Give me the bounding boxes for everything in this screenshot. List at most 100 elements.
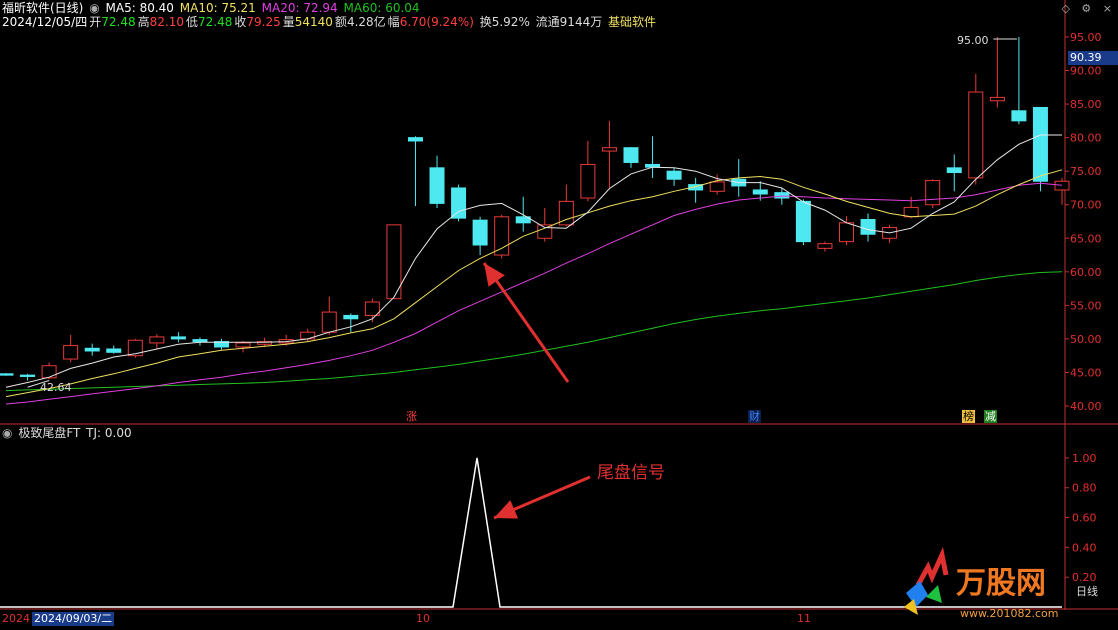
candle-body	[925, 180, 941, 206]
candle-body	[41, 365, 57, 379]
tag-cai[interactable]: 财	[748, 410, 761, 423]
indicator-expand-icon[interactable]: ◉	[2, 426, 12, 440]
float-value: 流通9144万	[535, 15, 603, 29]
candle-body	[192, 339, 208, 343]
price-tick-label: 90.00	[1070, 65, 1102, 78]
high-value: 82.10	[149, 15, 184, 29]
candle-body	[20, 374, 36, 377]
candle-body	[817, 243, 833, 249]
current-price-box: 90.39	[1068, 51, 1118, 65]
close-label: 收	[234, 15, 247, 29]
turnover-value: 换5.92%	[479, 15, 530, 29]
close-icon[interactable]: ×	[1103, 2, 1112, 15]
candle-body	[235, 342, 251, 348]
high-mark: 95.00	[957, 34, 989, 47]
candle-body	[838, 222, 854, 243]
candle-body	[946, 167, 962, 174]
candle-body	[494, 216, 510, 256]
indicator-tj: TJ: 0.00	[86, 426, 132, 440]
price-tick-label: 75.00	[1070, 165, 1102, 178]
candle-body	[63, 345, 79, 360]
candle-body	[601, 147, 617, 152]
candle-body	[407, 137, 423, 142]
price-tick-label: 45.00	[1070, 366, 1102, 379]
candle-body	[989, 96, 1005, 102]
price-tick-label: 40.00	[1070, 400, 1102, 413]
dropdown-icon[interactable]: ◉	[89, 1, 99, 15]
candle-body	[623, 147, 639, 163]
change-value: 6.70(9.24%)	[399, 15, 474, 29]
stock-title[interactable]: 福昕软件(日线)	[2, 1, 83, 15]
candle-body	[903, 206, 919, 218]
indicator-tick-label: 0.60	[1072, 512, 1097, 525]
candle-body	[1011, 110, 1027, 122]
indicator-header: ◉ 极致尾盘FT TJ: 0.00	[2, 426, 134, 440]
candle-body	[0, 373, 14, 376]
price-tick-label: 55.00	[1070, 299, 1102, 312]
tag-jian[interactable]: 减	[984, 410, 997, 423]
date-month-10: 10	[416, 612, 430, 625]
candle-body	[968, 91, 984, 179]
date-cursor[interactable]: 2024/09/03/二	[32, 612, 115, 626]
price-tick-label: 95.00	[1070, 31, 1102, 44]
candle-body	[1054, 180, 1070, 191]
chart-arrow-head	[484, 263, 505, 287]
candle-body	[451, 187, 467, 219]
price-tick-label: 70.00	[1070, 199, 1102, 212]
info-icon[interactable]: ◇	[1061, 2, 1069, 15]
low-value: 72.48	[197, 15, 233, 29]
volume-label: 量	[282, 15, 295, 29]
tag-zhang[interactable]: 涨	[405, 410, 418, 423]
candle-body	[860, 218, 876, 235]
brand-name: 万股网	[956, 566, 1046, 601]
low-mark: 42.64	[40, 381, 72, 394]
indicator-title[interactable]: 极致尾盘FT	[18, 426, 80, 440]
price-tick-label: 85.00	[1070, 98, 1102, 111]
kline-chart[interactable]: 95.00 90.00 85.00 80.00 75.00 70.00 65.00 60.00…	[0, 0, 1118, 630]
candle-body	[709, 181, 725, 192]
ma10-value: MA10: 75.21	[179, 1, 256, 15]
open-value: 72.48	[101, 15, 136, 29]
candle-body	[537, 224, 553, 239]
header-line-2: 2024/12/05/四 开72.48 高82.10 低72.48 收79.25 量541…	[2, 15, 658, 29]
candle-body	[106, 348, 122, 353]
current-date: 2024/12/05/四	[2, 15, 88, 29]
date-month-11: 11	[797, 612, 811, 625]
ma60-line	[5, 271, 1063, 392]
ma20-line	[5, 182, 1063, 405]
ma5-value: MA5: 80.40	[105, 1, 174, 15]
candle-body	[774, 192, 790, 199]
price-tick-label: 60.00	[1070, 266, 1102, 279]
indicator-tick-label: 1.00	[1072, 452, 1097, 465]
change-label: 幅	[387, 15, 400, 29]
price-tick-label: 50.00	[1070, 333, 1102, 346]
candle-body	[84, 347, 100, 352]
price-tick-label: 80.00	[1070, 132, 1102, 145]
candle-body	[429, 167, 445, 204]
amount-label: 额	[334, 15, 347, 29]
brand-site: www.201082.com	[960, 607, 1058, 620]
window-controls: ◇ ⚙ ×	[1053, 2, 1112, 15]
candle-body	[300, 331, 316, 340]
sector-link[interactable]: 基础软件	[608, 15, 656, 29]
date-year: 2024	[2, 612, 30, 625]
candle-body	[472, 219, 488, 246]
candle-body	[580, 163, 596, 199]
ma60-value: MA60: 60.04	[343, 1, 420, 15]
brand-logo: 万股网 www.201082.com	[904, 546, 1058, 620]
candle-body	[666, 170, 682, 180]
signal-annotation: 尾盘信号	[597, 463, 665, 483]
tag-bang[interactable]: 榜	[962, 410, 975, 423]
ma5-line	[5, 134, 1062, 388]
volume-value: 54140	[294, 15, 333, 29]
header-line-1: 福昕软件(日线) ◉ MA5: 80.40 MA10: 75.21 MA20: …	[2, 1, 422, 15]
ma20-value: MA20: 72.94	[261, 1, 338, 15]
price-tick-label: 65.00	[1070, 232, 1102, 245]
candle-body	[795, 200, 811, 243]
high-label: 高	[137, 15, 150, 29]
settings-icon[interactable]: ⚙	[1081, 2, 1091, 15]
candle-body	[321, 311, 337, 333]
amount-value: 4.28亿	[346, 15, 386, 29]
ma10-line	[5, 169, 1063, 398]
candle-body	[343, 314, 359, 320]
